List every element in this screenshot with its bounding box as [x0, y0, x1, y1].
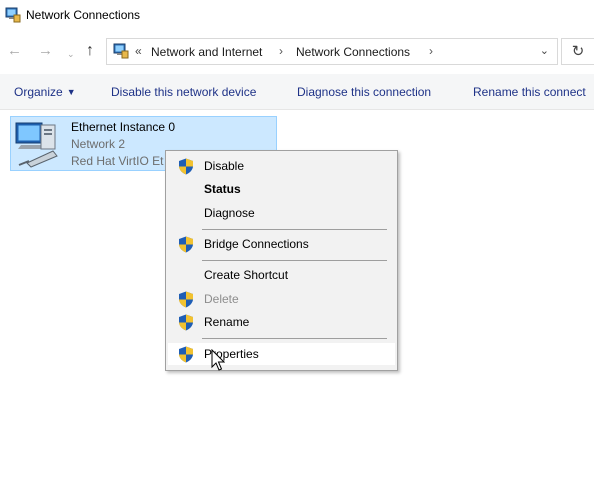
command-bar: Organize ▼ Disable this network device Di… [0, 74, 594, 110]
uac-shield-icon [179, 236, 193, 253]
menu-item-diagnose[interactable]: Diagnose [168, 202, 395, 224]
network-folder-icon [113, 43, 129, 59]
back-arrow-icon[interactable]: ← [7, 43, 22, 59]
uac-shield-icon [179, 346, 193, 363]
menu-separator [202, 229, 387, 230]
address-bar[interactable]: « Network and Internet › Network Connect… [106, 38, 558, 65]
uac-shield-icon [179, 291, 193, 308]
menu-item-properties[interactable]: Properties [168, 343, 395, 365]
menu-item-label: Diagnose [204, 206, 255, 220]
menu-item-label: Disable [204, 159, 245, 173]
breadcrumb-separator[interactable]: › [429, 44, 433, 58]
menu-item-status[interactable]: Status [168, 178, 395, 200]
connection-name: Ethernet Instance 0 [71, 120, 176, 134]
menu-item-label: Create Shortcut [204, 268, 289, 282]
organize-button[interactable]: Organize ▼ [14, 85, 76, 99]
refresh-icon[interactable]: ↻ [561, 38, 594, 65]
organize-label: Organize [14, 85, 63, 99]
menu-separator [202, 260, 387, 261]
diagnose-connection-button[interactable]: Diagnose this connection [297, 85, 431, 99]
window-title: Network Connections [26, 8, 141, 22]
menu-item-label: Bridge Connections [204, 237, 309, 251]
uac-shield-icon [179, 314, 193, 331]
menu-item-create-shortcut[interactable]: Create Shortcut [168, 264, 395, 286]
uac-shield-icon [179, 158, 193, 175]
title-bar: Network Connections [0, 0, 594, 30]
network-connections-icon [5, 7, 21, 23]
breadcrumb-network-connections[interactable]: Network Connections [296, 45, 410, 59]
disable-device-button[interactable]: Disable this network device [111, 85, 256, 99]
up-arrow-icon[interactable]: ↑ [86, 43, 94, 59]
menu-item-label: Status [204, 182, 241, 196]
menu-item-bridge-connections[interactable]: Bridge Connections [168, 233, 395, 255]
recent-locations-chevron-icon[interactable]: ⌄ [67, 46, 75, 62]
menu-item-delete[interactable]: Delete [168, 288, 395, 310]
breadcrumb-overflow[interactable]: « [135, 44, 142, 58]
ethernet-adapter-icon [15, 122, 58, 168]
context-menu: Disable Status Diagnose Bridge Connectio… [165, 150, 398, 371]
breadcrumb-network-and-internet[interactable]: Network and Internet [151, 45, 262, 59]
caret-down-icon: ▼ [66, 87, 76, 97]
menu-item-label: Rename [204, 315, 250, 329]
connection-network: Network 2 [71, 137, 126, 151]
menu-item-label: Delete [204, 292, 239, 306]
mouse-pointer-icon [211, 349, 225, 371]
menu-separator [202, 338, 387, 339]
rename-connection-button[interactable]: Rename this connect [473, 85, 586, 99]
menu-item-rename[interactable]: Rename [168, 311, 395, 333]
menu-item-disable[interactable]: Disable [168, 155, 395, 177]
forward-arrow-icon[interactable]: → [38, 43, 53, 59]
address-dropdown-icon[interactable]: ⌄ [540, 44, 549, 57]
breadcrumb-separator[interactable]: › [279, 44, 283, 58]
connection-adapter: Red Hat VirtIO Et [71, 154, 164, 168]
